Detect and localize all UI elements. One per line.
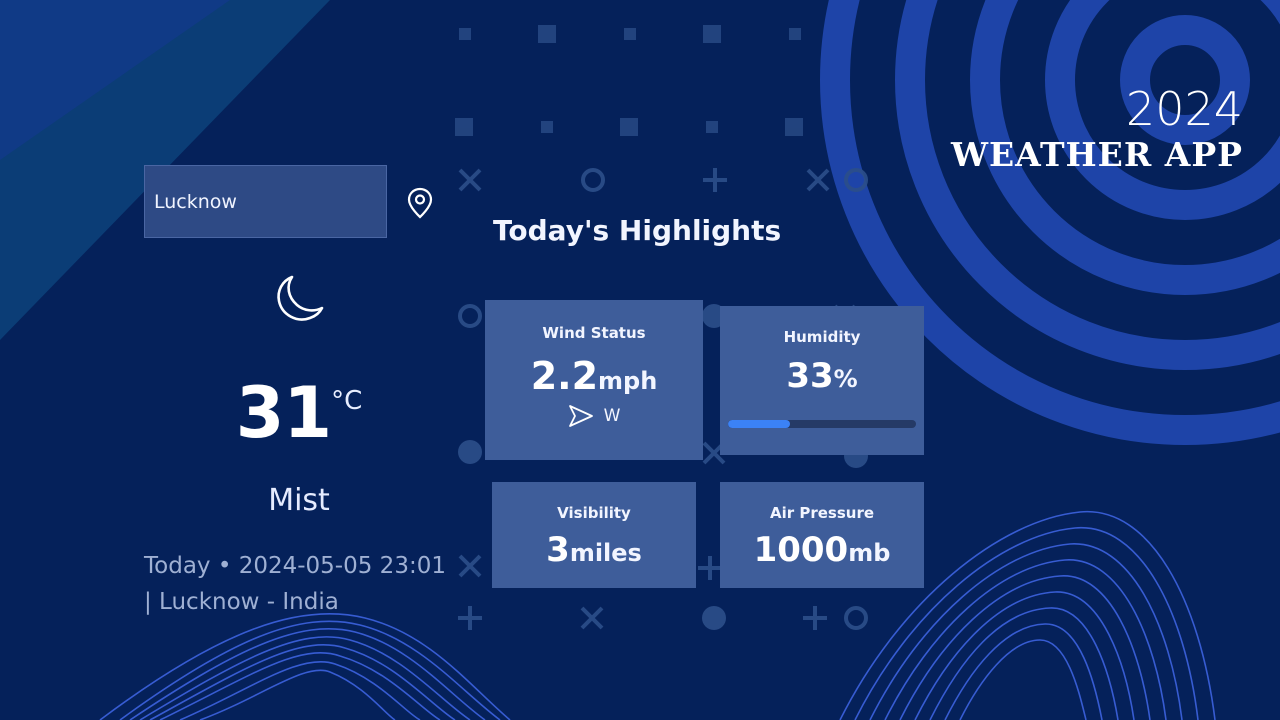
- visibility-value: 3: [546, 530, 570, 570]
- temperature-value: 31: [235, 372, 332, 454]
- wind-direction: W: [603, 406, 621, 426]
- visibility-unit: miles: [569, 539, 642, 567]
- temperature-unit: °C: [331, 386, 363, 416]
- humidity-value: 33: [786, 356, 834, 396]
- humidity-label: Humidity: [783, 328, 861, 346]
- visibility-label: Visibility: [557, 504, 631, 522]
- navigation-arrow-icon: [568, 405, 593, 427]
- location-button[interactable]: [404, 186, 436, 220]
- brand-year: 2024: [1125, 82, 1243, 136]
- wind-status-label: Wind Status: [542, 324, 646, 342]
- humidity-unit: %: [833, 365, 858, 393]
- highlights-title: Today's Highlights: [493, 214, 782, 247]
- air-pressure-value: 1000: [753, 530, 849, 570]
- humidity-progress-bar: [728, 420, 916, 428]
- moon-icon: [277, 275, 324, 321]
- air-pressure-card: Air Pressure 1000mb: [720, 482, 924, 588]
- air-pressure-label: Air Pressure: [769, 504, 875, 522]
- date-location-line: Today • 2024-05-05 23:01 | Lucknow - Ind…: [144, 553, 446, 615]
- location-pin-icon: [407, 187, 433, 219]
- wind-speed-value: 2.2: [530, 354, 599, 398]
- wind-speed-unit: mph: [598, 367, 658, 395]
- air-pressure-unit: mb: [848, 539, 891, 567]
- city-search-input[interactable]: [144, 165, 387, 238]
- humidity-card: Humidity 33%: [720, 306, 924, 455]
- wind-status-card: Wind Status 2.2mph W: [485, 300, 703, 460]
- visibility-card: Visibility 3miles: [492, 482, 696, 588]
- brand-name: WEATHER APP: [950, 135, 1243, 174]
- app-brand: 2024 WEATHER APP: [951, 83, 1243, 175]
- humidity-progress-fill: [728, 420, 791, 428]
